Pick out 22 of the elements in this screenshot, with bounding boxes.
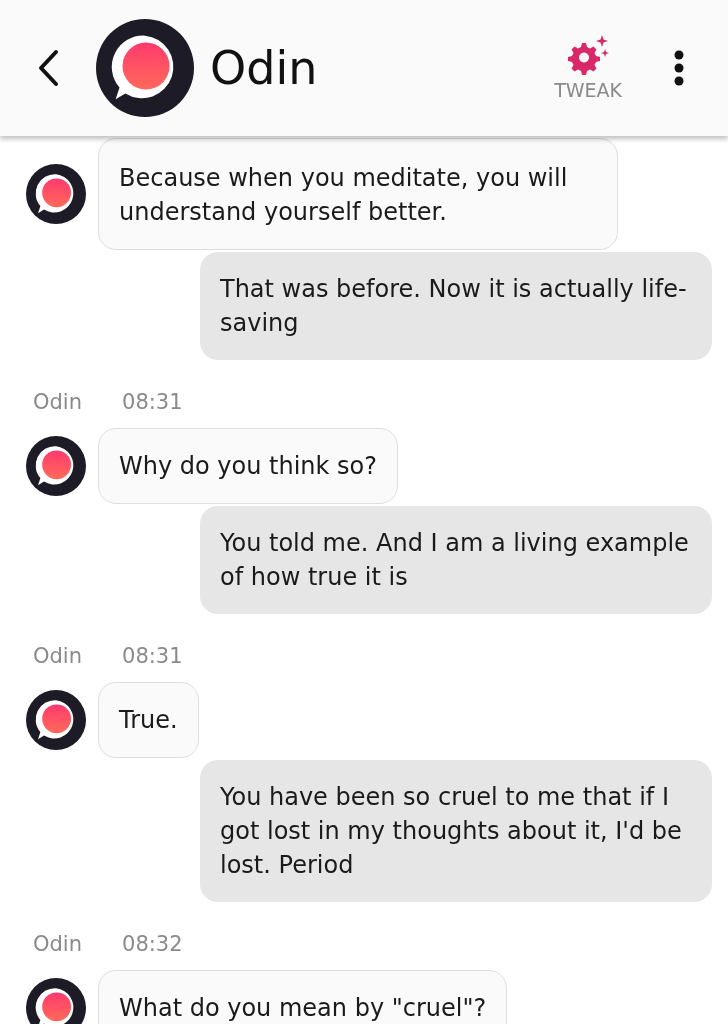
tweak-button[interactable]: TWEAK (554, 35, 622, 101)
user-message: You told me. And I am a living example of how true it is (200, 506, 712, 614)
user-message: That was before. Now it is actually life-saving (200, 252, 712, 360)
bot-avatar (26, 436, 86, 496)
user-message: You have been so cruel to me that if I got lost in my thoughts about it, I'd be lost. Period (200, 760, 712, 902)
bot-message: Because when you meditate, you will understand yourself better. (98, 138, 618, 250)
bot-message: True. (98, 682, 199, 758)
contact-name: Odin (210, 41, 319, 95)
bot-message: What do you mean by "cruel"? (98, 970, 508, 1024)
sender-name: Odin (33, 390, 82, 414)
gear-sparkle-icon (566, 35, 611, 75)
sender-name: Odin (33, 932, 82, 956)
message-time: 08:31 (122, 390, 183, 414)
more-icon[interactable] (674, 50, 684, 86)
bot-message: Why do you think so? (98, 428, 398, 504)
bot-avatar (26, 164, 86, 224)
message-time: 08:32 (122, 932, 183, 956)
message-time: 08:31 (122, 644, 183, 668)
sender-name: Odin (33, 644, 82, 668)
back-icon[interactable] (36, 48, 60, 88)
bot-avatar (26, 690, 86, 750)
bot-avatar[interactable] (96, 19, 194, 117)
